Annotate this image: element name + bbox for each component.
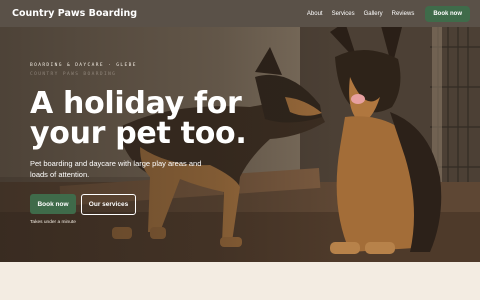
nav-link-services[interactable]: Services <box>332 11 355 17</box>
site-header: Country Paws Boarding About Services Gal… <box>0 0 480 27</box>
hero-headline-line1: A holiday for <box>30 86 242 121</box>
hero-book-button[interactable]: Book now <box>30 194 76 214</box>
hero-headline-line2: your pet too. <box>30 116 247 151</box>
site-logo[interactable]: Country Paws Boarding <box>12 8 137 19</box>
hero-headline: A holiday for your pet too. <box>30 89 290 149</box>
header-book-button[interactable]: Book now <box>425 5 470 22</box>
nav-link-about[interactable]: About <box>307 11 323 17</box>
nav-link-gallery[interactable]: Gallery <box>364 11 383 17</box>
hero-note: Takes under a minute <box>30 220 76 225</box>
hero-section: BOARDING & DAYCARE · GLEBE COUNTRY PAWS … <box>0 27 480 262</box>
hero-eyebrow-ghost: COUNTRY PAWS BOARDING <box>30 72 117 77</box>
hero-content: BOARDING & DAYCARE · GLEBE COUNTRY PAWS … <box>30 63 290 225</box>
hero-subtext: Pet boarding and daycare with large play… <box>30 159 202 179</box>
main-nav: About Services Gallery Reviews Book now <box>298 5 470 22</box>
nav-link-reviews[interactable]: Reviews <box>392 11 415 17</box>
hero-eyebrow: BOARDING & DAYCARE · GLEBE <box>30 63 137 68</box>
hero-services-button[interactable]: Our services <box>81 194 136 215</box>
hero-cta-group: Book now Our services <box>30 194 290 215</box>
